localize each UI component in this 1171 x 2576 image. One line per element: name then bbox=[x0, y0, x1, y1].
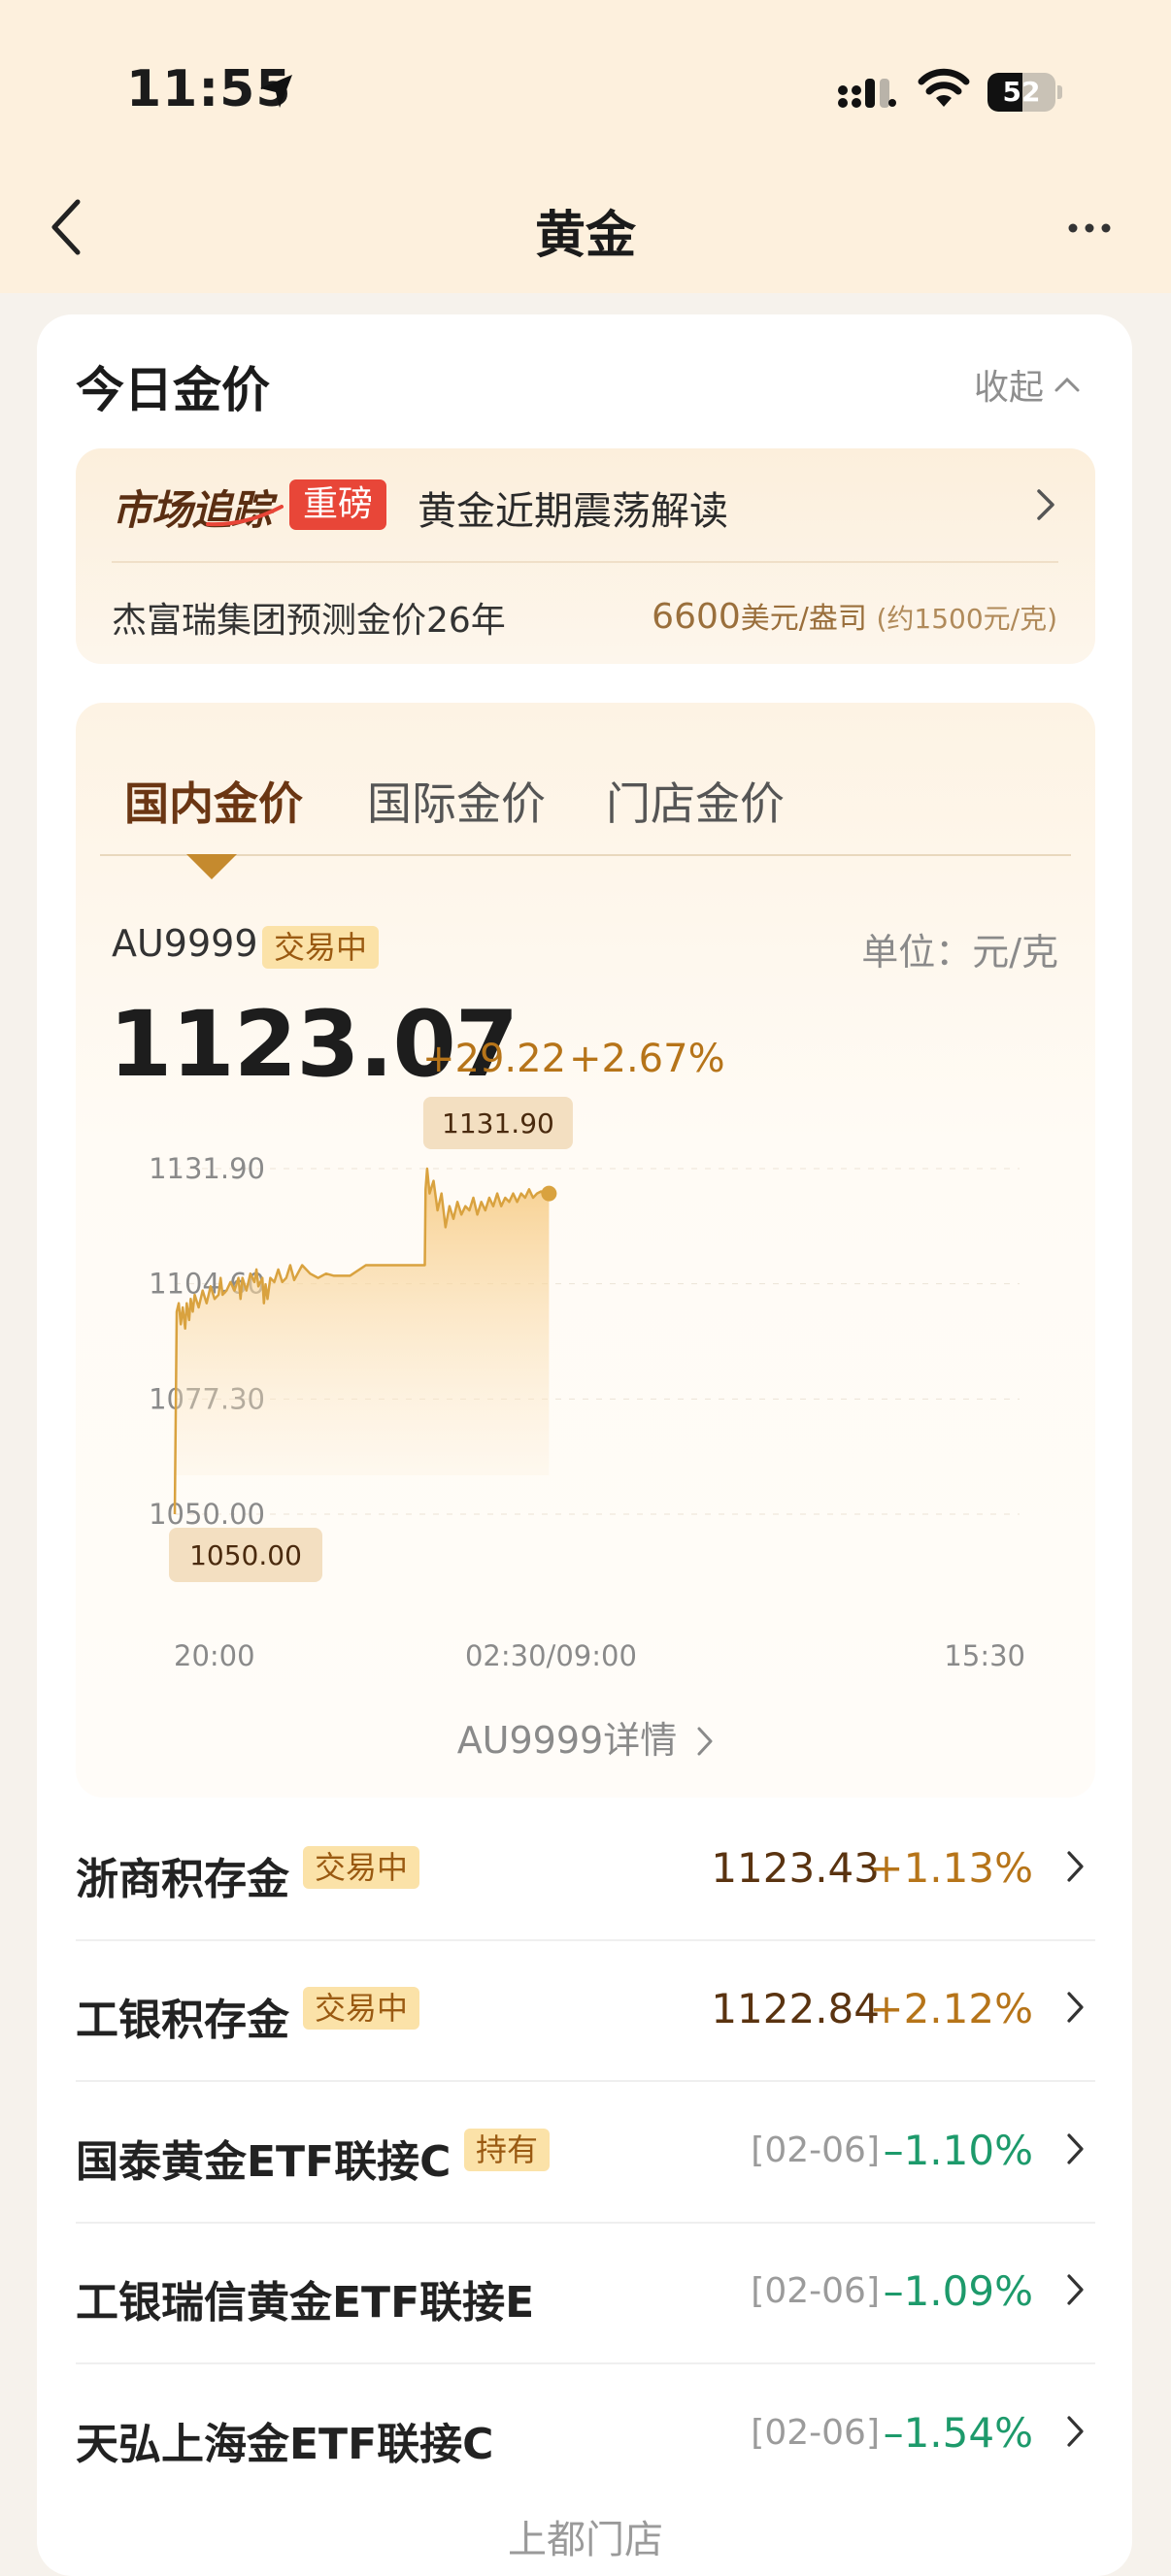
fund-status-badge: 交易中 bbox=[303, 1846, 420, 1889]
collapse-label: 收起 bbox=[974, 368, 1045, 408]
high-price-label: 1131.90 bbox=[442, 1107, 554, 1139]
chevron-up-icon bbox=[1054, 377, 1080, 392]
news-divider bbox=[112, 561, 1058, 563]
tab-underline bbox=[100, 854, 1071, 856]
price-area-fill bbox=[175, 1169, 550, 1514]
news-subheadline[interactable]: 杰富瑞集团预测金价26年 bbox=[112, 592, 506, 643]
fund-name: 工银积存金 bbox=[76, 1996, 289, 2045]
fund-date: [02-06] bbox=[751, 2271, 880, 2311]
fund-name: 天弘上海金ETF联接C bbox=[76, 2420, 494, 2469]
low-price-callout: 1050.00 bbox=[169, 1528, 322, 1582]
fund-row[interactable]: 国泰黄金ETF联接C 持有 [02-06] –1.10% bbox=[76, 2082, 1095, 2224]
news-headline[interactable]: 黄金近期震荡解读 bbox=[418, 479, 728, 536]
high-price-callout: 1131.90 bbox=[422, 1097, 573, 1149]
cellular-signal-icon bbox=[838, 79, 896, 108]
chevron-right-icon[interactable] bbox=[1035, 487, 1056, 522]
tab-store-price[interactable]: 门店金价 bbox=[606, 769, 785, 833]
au9999-detail-link[interactable]: AU9999详情 bbox=[0, 1710, 1171, 1764]
fund-status-badge: 交易中 bbox=[303, 1987, 420, 2030]
chevron-right-icon bbox=[1067, 1992, 1084, 2023]
last-price-dot bbox=[541, 1185, 557, 1202]
chevron-right-icon bbox=[1067, 2133, 1084, 2164]
page-title: 黄金 bbox=[534, 207, 636, 265]
fund-change: +1.13% bbox=[869, 1844, 1033, 1892]
fund-change: –1.10% bbox=[883, 2127, 1033, 2174]
chevron-right-icon bbox=[697, 1727, 713, 1756]
x-tick-label: 15:30 bbox=[944, 1639, 1025, 1672]
intraday-price-chart[interactable]: 1131.901104.601077.301050.0020:0002:30/0… bbox=[76, 1068, 1086, 1689]
fund-row[interactable]: 工银积存金 交易中 1122.84 +2.12% bbox=[76, 1940, 1095, 2082]
fund-price: 1122.84 bbox=[711, 1985, 880, 2032]
unit-label: 单位：元/克 bbox=[861, 931, 1058, 974]
collapse-button[interactable]: 收起 bbox=[974, 359, 1081, 410]
fund-date: [02-06] bbox=[751, 2413, 880, 2453]
fund-row[interactable]: 浙商积存金 交易中 1123.43 +1.13% bbox=[76, 1800, 1095, 1941]
battery-level-text: 52 bbox=[1002, 76, 1041, 108]
trading-status-badge: 交易中 bbox=[262, 926, 380, 969]
news-forecast-figure: 6600美元/盎司 (约1500元/克) bbox=[652, 597, 1057, 637]
brand-swoosh-icon bbox=[206, 505, 284, 527]
fund-status-badge: 持有 bbox=[464, 2129, 551, 2171]
fund-row[interactable]: 工银瑞信黄金ETF联接E [02-06] –1.09% bbox=[76, 2223, 1095, 2364]
wifi-icon bbox=[918, 68, 970, 107]
fund-name: 浙商积存金 bbox=[76, 1855, 289, 1904]
fund-name: 工银瑞信黄金ETF联接E bbox=[76, 2278, 535, 2328]
y-tick-label: 1050.00 bbox=[149, 1498, 265, 1531]
chevron-right-icon bbox=[1067, 1851, 1084, 1882]
fund-price: 1123.43 bbox=[711, 1844, 880, 1892]
quote-code: AU9999 bbox=[112, 922, 258, 965]
fund-change: +2.12% bbox=[869, 1985, 1033, 2032]
tab-international-price[interactable]: 国际金价 bbox=[367, 769, 546, 833]
news-tag-badge: 重磅 bbox=[289, 479, 387, 530]
fund-change: –1.54% bbox=[883, 2409, 1033, 2457]
low-price-label: 1050.00 bbox=[189, 1539, 302, 1571]
fund-change: –1.09% bbox=[883, 2267, 1033, 2315]
fund-row[interactable]: 天弘上海金ETF联接C [02-06] –1.54% bbox=[76, 2364, 1095, 2506]
location-arrow-icon bbox=[260, 75, 292, 108]
more-link[interactable]: 上都门店 bbox=[0, 2508, 1171, 2564]
section-title: 今日金价 bbox=[76, 362, 270, 418]
x-tick-label: 20:00 bbox=[174, 1639, 255, 1672]
active-tab-pointer bbox=[186, 854, 237, 879]
y-tick-label: 1131.90 bbox=[149, 1152, 265, 1185]
fund-name: 国泰黄金ETF联接C bbox=[76, 2137, 452, 2187]
more-options-icon[interactable] bbox=[1066, 221, 1113, 235]
battery-indicator: 52 bbox=[987, 73, 1063, 112]
chevron-right-icon bbox=[1067, 2274, 1084, 2305]
x-tick-label: 02:30/09:00 bbox=[465, 1639, 637, 1672]
tab-domestic-price[interactable]: 国内金价 bbox=[124, 769, 303, 833]
fund-date: [02-06] bbox=[751, 2130, 880, 2170]
chevron-right-icon bbox=[1067, 2416, 1084, 2447]
